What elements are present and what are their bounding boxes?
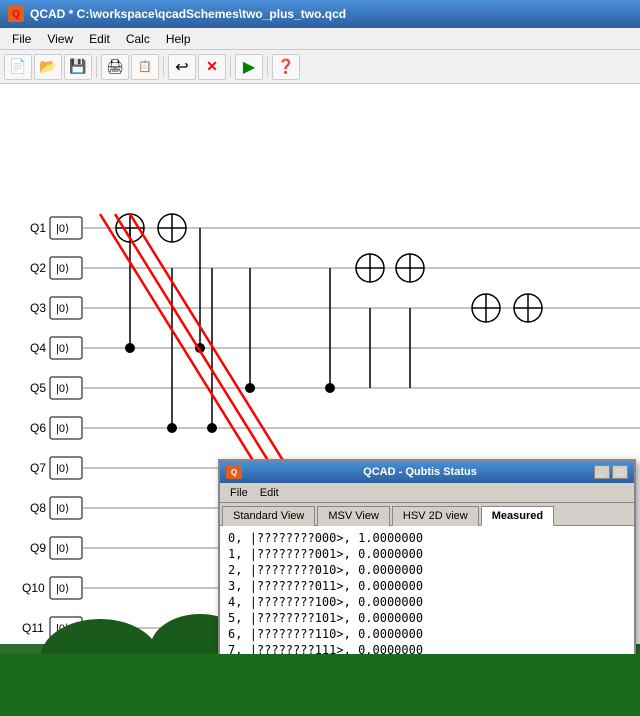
menu-edit[interactable]: Edit: [81, 30, 118, 48]
toolbar-sep-1: [96, 57, 97, 77]
svg-text:|0⟩: |0⟩: [56, 583, 69, 595]
q2-label: Q2: [30, 261, 46, 275]
circuit-canvas: Q1 |0⟩ Q2 |0⟩ Q3 |0⟩: [0, 84, 640, 654]
status-window: Q QCAD - Qubtis Status _ □ File Edit Sta…: [218, 459, 636, 654]
data-row-6: 6, |????????110>, 0.0000000: [228, 626, 626, 642]
row-7-index: 7,: [228, 643, 242, 654]
help-button[interactable]: ❓: [272, 54, 300, 80]
row-3-value: 0.0000000: [358, 579, 423, 593]
data-row-0: 0, |????????000>, 1.0000000: [228, 530, 626, 546]
status-menu-bar: File Edit: [220, 483, 634, 503]
open-button[interactable]: 📂: [34, 54, 62, 80]
row-0-state: |????????000>: [250, 531, 344, 545]
minimize-button[interactable]: _: [594, 465, 610, 479]
q5-label: Q5: [30, 381, 46, 395]
tab-standard-view[interactable]: Standard View: [222, 506, 315, 526]
menu-view[interactable]: View: [39, 30, 81, 48]
app-icon: Q: [8, 6, 24, 22]
tab-msv-view[interactable]: MSV View: [317, 506, 390, 526]
svg-text:|0⟩: |0⟩: [56, 263, 69, 275]
q8-label: Q8: [30, 501, 46, 515]
row-6-state: |????????110>: [250, 627, 344, 641]
row-1-index: 1,: [228, 547, 242, 561]
svg-text:|0⟩: |0⟩: [56, 503, 69, 515]
menu-calc[interactable]: Calc: [118, 30, 158, 48]
row-7-state: |????????111>: [250, 643, 344, 654]
data-row-1: 1, |????????001>, 0.0000000: [228, 546, 626, 562]
row-6-index: 6,: [228, 627, 242, 641]
svg-text:|0⟩: |0⟩: [56, 343, 69, 355]
status-tabs: Standard View MSV View HSV 2D view Measu…: [220, 503, 634, 526]
row-2-value: 0.0000000: [358, 563, 423, 577]
row-3-index: 3,: [228, 579, 242, 593]
tab-measured[interactable]: Measured: [481, 506, 554, 526]
tab-hsv-2d-view[interactable]: HSV 2D view: [392, 506, 479, 526]
svg-text:|0⟩: |0⟩: [56, 223, 69, 235]
status-title-bar: Q QCAD - Qubtis Status _ □: [220, 461, 634, 483]
row-7-value: 0.0000000: [358, 643, 423, 654]
q6-label: Q6: [30, 421, 46, 435]
new-button[interactable]: 📄: [4, 54, 32, 80]
row-1-value: 0.0000000: [358, 547, 423, 561]
clipboard-button[interactable]: 📋: [131, 54, 159, 80]
q7-label: Q7: [30, 461, 46, 475]
q1-label: Q1: [30, 221, 46, 235]
q3-label: Q3: [30, 301, 46, 315]
status-window-title: QCAD - Qubtis Status: [246, 466, 594, 478]
toolbar-sep-2: [163, 57, 164, 77]
print-button[interactable]: 🖨: [101, 54, 129, 80]
row-5-index: 5,: [228, 611, 242, 625]
q10-label: Q10: [22, 581, 45, 595]
q4-label: Q4: [30, 341, 46, 355]
row-6-value: 0.0000000: [358, 627, 423, 641]
status-menu-edit[interactable]: Edit: [254, 486, 285, 500]
svg-text:|0⟩: |0⟩: [56, 423, 69, 435]
toolbar-sep-4: [267, 57, 268, 77]
svg-text:|0⟩: |0⟩: [56, 383, 69, 395]
row-2-state: |????????010>: [250, 563, 344, 577]
row-0-value: 1.0000000: [358, 531, 423, 545]
row-2-index: 2,: [228, 563, 242, 577]
data-row-3: 3, |????????011>, 0.0000000: [228, 578, 626, 594]
data-row-4: 4, |????????100>, 0.0000000: [228, 594, 626, 610]
undo-button[interactable]: ↩: [168, 54, 196, 80]
q9-label: Q9: [30, 541, 46, 555]
save-button[interactable]: 💾: [64, 54, 92, 80]
cancel-button[interactable]: ✕: [198, 54, 226, 80]
row-0-index: 0,: [228, 531, 242, 545]
row-4-value: 0.0000000: [358, 595, 423, 609]
window-controls: _ □: [594, 465, 628, 479]
status-content: 0, |????????000>, 1.0000000 1, |????????…: [220, 526, 634, 654]
q11-label: Q11: [22, 621, 44, 635]
status-menu-file[interactable]: File: [224, 486, 254, 500]
status-icon: Q: [226, 465, 242, 479]
data-row-7: 7, |????????111>, 0.0000000: [228, 642, 626, 654]
svg-text:|0⟩: |0⟩: [56, 303, 69, 315]
data-row-2: 2, |????????010>, 0.0000000: [228, 562, 626, 578]
data-row-5: 5, |????????101>, 0.0000000: [228, 610, 626, 626]
row-4-state: |????????100>: [250, 595, 344, 609]
window-title: QCAD * C:\workspace\qcadSchemes\two_plus…: [30, 7, 346, 21]
menu-file[interactable]: File: [4, 30, 39, 48]
menu-bar: File View Edit Calc Help: [0, 28, 640, 50]
svg-text:|0⟩: |0⟩: [56, 463, 69, 475]
row-3-state: |????????011>: [250, 579, 344, 593]
row-5-state: |????????101>: [250, 611, 344, 625]
row-5-value: 0.0000000: [358, 611, 423, 625]
toolbar-sep-3: [230, 57, 231, 77]
menu-help[interactable]: Help: [158, 30, 199, 48]
svg-text:|0⟩: |0⟩: [56, 543, 69, 555]
toolbar: 📄 📂 💾 🖨 📋 ↩ ✕ ▶ ❓: [0, 50, 640, 84]
row-1-state: |????????001>: [250, 547, 344, 561]
run-button[interactable]: ▶: [235, 54, 263, 80]
title-bar: Q QCAD * C:\workspace\qcadSchemes\two_pl…: [0, 0, 640, 28]
maximize-button[interactable]: □: [612, 465, 628, 479]
row-4-index: 4,: [228, 595, 242, 609]
